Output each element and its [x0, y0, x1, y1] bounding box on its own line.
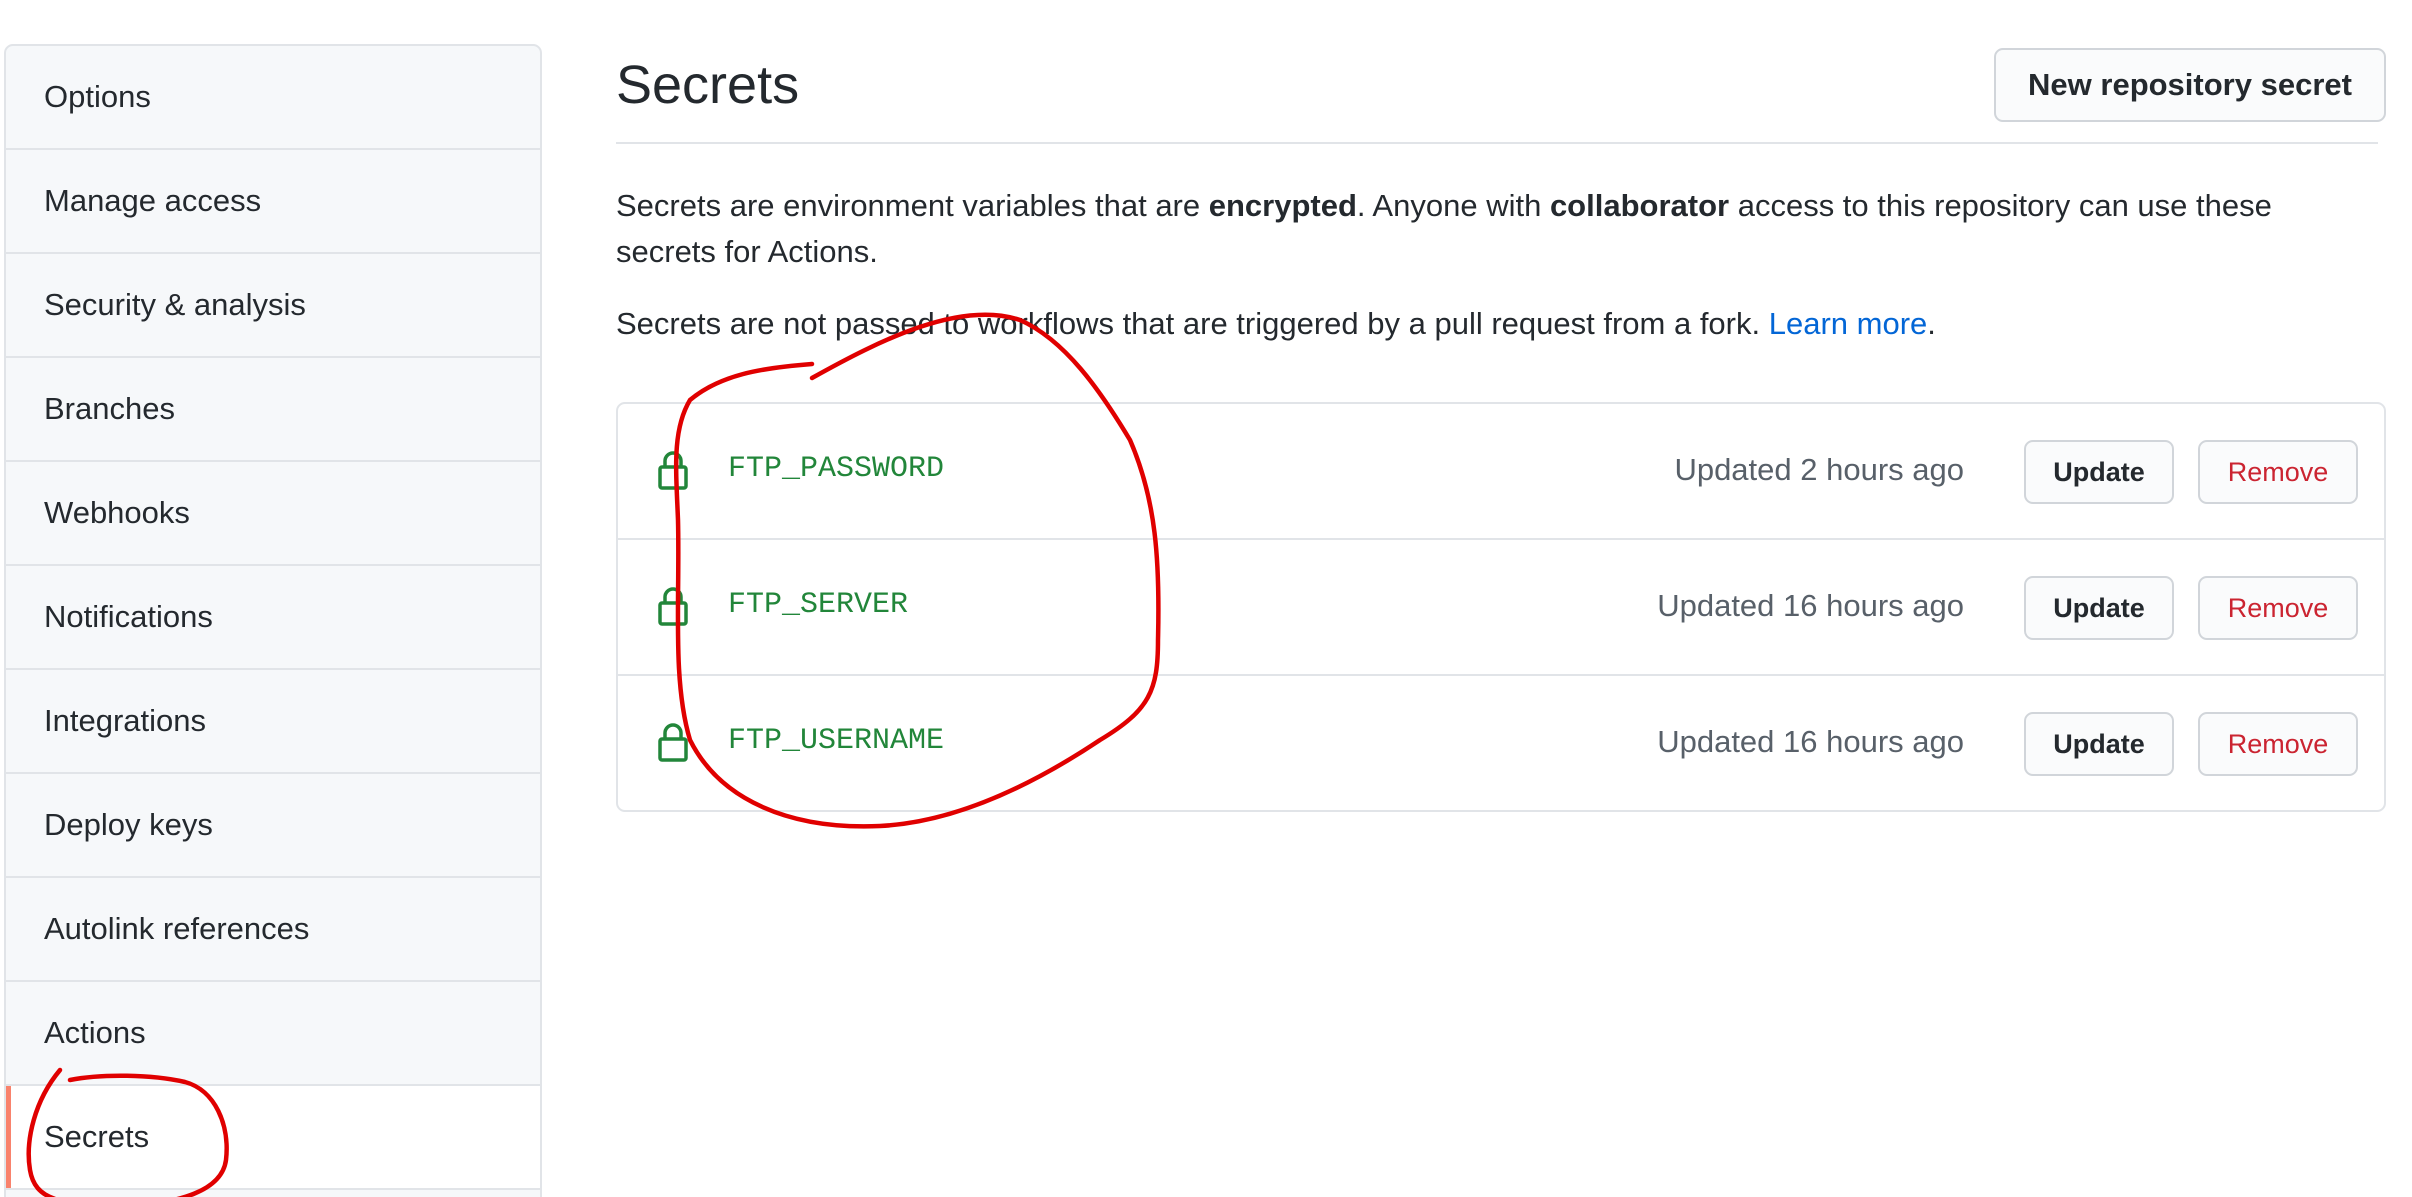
secret-updated: Updated 16 hours ago	[1657, 724, 1964, 759]
sidebar-item-label: Security & analysis	[44, 287, 306, 322]
sidebar-item-branches[interactable]: Branches	[6, 358, 540, 462]
sidebar-item-label: Secrets	[44, 1119, 150, 1154]
update-button[interactable]: Update	[2024, 576, 2174, 640]
fork-notice-end: .	[1927, 306, 1936, 341]
sidebar-item-label: Autolink references	[44, 911, 310, 946]
secret-updated: Updated 2 hours ago	[1674, 452, 1964, 487]
secrets-list: FTP_PASSWORD Updated 2 hours ago Update …	[616, 402, 2386, 812]
lock-icon	[658, 451, 688, 490]
sidebar-item-label: Branches	[44, 391, 175, 426]
description-text: Secrets are environment variables that a…	[616, 188, 1209, 223]
sidebar-item-webhooks[interactable]: Webhooks	[6, 462, 540, 566]
sidebar-item-label: Manage access	[44, 183, 262, 218]
secret-name: FTP_PASSWORD	[728, 452, 945, 486]
description-text: . Anyone with	[1356, 188, 1550, 223]
lock-icon	[658, 723, 688, 762]
remove-button[interactable]: Remove	[2198, 576, 2358, 640]
secret-row: FTP_USERNAME Updated 16 hours ago Update…	[618, 676, 2384, 810]
secret-row: FTP_PASSWORD Updated 2 hours ago Update …	[618, 404, 2384, 540]
secrets-description: Secrets are environment variables that a…	[616, 183, 2356, 275]
sidebar-item-secrets[interactable]: Secrets	[6, 1086, 540, 1190]
sidebar-item-label: Actions	[44, 1015, 146, 1050]
page-title: Secrets	[616, 55, 800, 115]
sidebar-item-options[interactable]: Options	[6, 46, 540, 150]
sidebar-item-autolink-references[interactable]: Autolink references	[6, 878, 540, 982]
description-bold-collaborator: collaborator	[1549, 188, 1730, 223]
secret-row: FTP_SERVER Updated 16 hours ago Update R…	[618, 540, 2384, 676]
sidebar-item-security-analysis[interactable]: Security & analysis	[6, 254, 540, 358]
new-repository-secret-button[interactable]: New repository secret	[1994, 48, 2386, 122]
fork-notice-text: Secrets are not passed to workflows that…	[616, 306, 1769, 341]
sidebar-item-label: Options	[44, 79, 151, 114]
secret-name: FTP_SERVER	[728, 588, 909, 622]
remove-button[interactable]: Remove	[2198, 712, 2358, 776]
fork-notice: Secrets are not passed to workflows that…	[616, 301, 2356, 347]
sidebar-item-label: Integrations	[44, 703, 206, 738]
lock-icon	[658, 587, 688, 626]
update-button[interactable]: Update	[2024, 440, 2174, 504]
secret-updated: Updated 16 hours ago	[1657, 588, 1964, 623]
description-bold-encrypted: encrypted	[1208, 188, 1357, 223]
sidebar-item-manage-access[interactable]: Manage access	[6, 150, 540, 254]
sidebar-item-actions[interactable]: Actions	[6, 982, 540, 1086]
sidebar-item-notifications[interactable]: Notifications	[6, 566, 540, 670]
sidebar-item-label: Webhooks	[44, 495, 190, 530]
sidebar-item-integrations[interactable]: Integrations	[6, 670, 540, 774]
settings-page: Options Manage access Security & analysi…	[0, 0, 2412, 1197]
remove-button[interactable]: Remove	[2198, 440, 2358, 504]
settings-sidebar: Options Manage access Security & analysi…	[4, 44, 542, 1197]
sidebar-item-label: Notifications	[44, 599, 213, 634]
sidebar-item-label: Deploy keys	[44, 807, 213, 842]
update-button[interactable]: Update	[2024, 712, 2174, 776]
page-header: Secrets New repository secret	[616, 44, 2386, 144]
secret-name: FTP_USERNAME	[728, 724, 945, 758]
sidebar-item-deploy-keys[interactable]: Deploy keys	[6, 774, 540, 878]
learn-more-link[interactable]: Learn more	[1769, 306, 1928, 341]
